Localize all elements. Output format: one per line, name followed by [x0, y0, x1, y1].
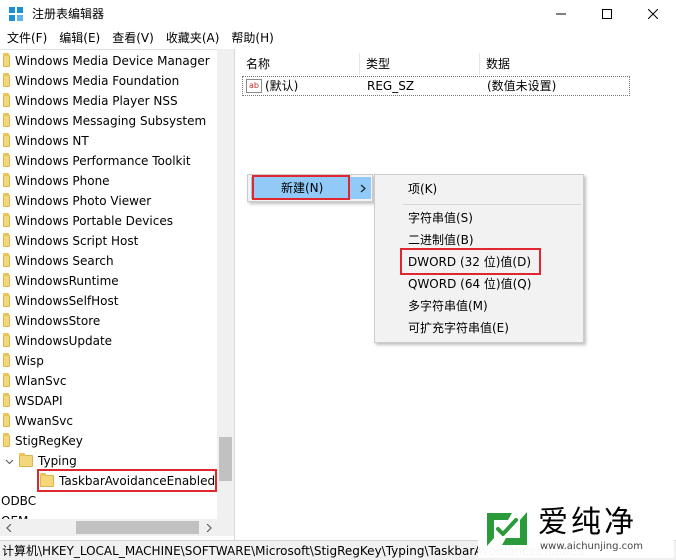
folder-icon: [3, 73, 10, 87]
minimize-icon: [556, 13, 566, 15]
menu-item-multi-string-value[interactable]: 多字符串值(M): [408, 295, 488, 317]
tree-item[interactable]: Windows Script Host: [3, 231, 138, 251]
tree-item[interactable]: WSDAPI: [3, 391, 63, 411]
tree-item[interactable]: Windows Portable Devices: [3, 211, 173, 231]
tree-item[interactable]: Windows Media Player NSS: [3, 91, 178, 111]
folder-icon: [3, 173, 10, 187]
value-name: (默认): [265, 79, 299, 93]
submenu-arrow-icon: [360, 184, 366, 193]
tree-item[interactable]: StigRegKey: [3, 431, 83, 451]
maximize-button[interactable]: [584, 0, 630, 28]
folder-icon: [3, 253, 10, 267]
tree-item[interactable]: Windows Performance Toolkit: [3, 151, 191, 171]
tree-item[interactable]: Windows Photo Viewer: [3, 191, 151, 211]
folder-icon: [3, 373, 10, 387]
folder-icon: [3, 233, 10, 247]
menu-item-string-value[interactable]: 字符串值(S): [408, 207, 473, 229]
tree-item[interactable]: Windows Search: [3, 251, 114, 271]
tree-item-typing[interactable]: Typing: [3, 451, 77, 471]
menu-separator: [403, 204, 581, 205]
close-button[interactable]: [630, 0, 676, 28]
registry-editor-icon: [9, 7, 23, 21]
folder-icon: [3, 313, 10, 327]
scroll-left-arrow-icon[interactable]: [0, 519, 17, 536]
menu-bar: 文件(F) 编辑(E) 查看(V) 收藏夹(A) 帮助(H): [0, 28, 676, 48]
registry-tree[interactable]: Windows Media Device Manager Windows Med…: [0, 49, 233, 540]
folder-icon: [3, 53, 10, 67]
value-data: (数值未设置): [487, 79, 557, 93]
tree-item[interactable]: ODBC: [1, 491, 36, 511]
tree-item[interactable]: Windows Media Device Manager: [3, 51, 210, 71]
folder-icon: [3, 153, 10, 167]
menu-favorites[interactable]: 收藏夹(A): [161, 28, 225, 48]
folder-icon: [3, 133, 10, 147]
folder-icon: [3, 413, 10, 427]
watermark-url: www.aichunjing.com: [540, 541, 643, 552]
table-row[interactable]: ab (默认) REG_SZ (数值未设置): [242, 76, 630, 96]
column-header-type[interactable]: 类型: [360, 53, 480, 75]
tree-item[interactable]: WindowsUpdate: [3, 331, 112, 351]
folder-icon: [3, 113, 10, 127]
pane-splitter[interactable]: [234, 49, 239, 540]
folder-icon: [3, 273, 10, 287]
tree-item[interactable]: WlanSvc: [3, 371, 66, 391]
tree-item[interactable]: Wisp: [3, 351, 44, 371]
watermark-brand: 爱纯净: [538, 505, 637, 540]
annotation-highlight-box: [400, 248, 541, 275]
title-bar: 注册表编辑器: [0, 0, 676, 28]
menu-edit[interactable]: 编辑(E): [54, 28, 105, 48]
menu-view[interactable]: 查看(V): [107, 28, 159, 48]
tree-item[interactable]: Windows Media Foundation: [3, 71, 179, 91]
brand-logo-icon: [487, 512, 527, 546]
watermark: 爱纯净 www.aichunjing.com: [478, 502, 674, 558]
tree-item[interactable]: WindowsStore: [3, 311, 100, 331]
folder-icon: [3, 393, 10, 407]
close-icon: [648, 9, 658, 19]
column-header-name[interactable]: 名称: [240, 53, 360, 75]
tree-item[interactable]: Windows Messaging Subsystem: [3, 111, 206, 131]
minimize-button[interactable]: [538, 0, 584, 28]
folder-icon: [3, 193, 10, 207]
folder-icon: [3, 353, 10, 367]
folder-open-icon: [19, 453, 33, 467]
folder-icon: [3, 213, 10, 227]
annotation-highlight-box: [37, 469, 217, 492]
menu-file[interactable]: 文件(F): [2, 28, 52, 48]
menu-help[interactable]: 帮助(H): [226, 28, 278, 48]
menu-item-expandable-string-value[interactable]: 可扩充字符串值(E): [408, 317, 509, 339]
tree-item[interactable]: Windows Phone: [3, 171, 110, 191]
window-title: 注册表编辑器: [32, 7, 105, 21]
folder-icon: [3, 293, 10, 307]
maximize-icon: [602, 9, 612, 19]
annotation-highlight-box: [252, 175, 350, 200]
folder-icon: [3, 433, 10, 447]
chevron-down-icon[interactable]: [3, 455, 15, 467]
menu-item-key[interactable]: 项(K): [408, 178, 437, 200]
tree-item[interactable]: WindowsSelfHost: [3, 291, 118, 311]
tree-item[interactable]: WwanSvc: [3, 411, 73, 431]
folder-icon: [3, 333, 10, 347]
tree-vertical-scroll-thumb[interactable]: [219, 437, 232, 481]
value-type: REG_SZ: [367, 79, 415, 93]
scrollbar-corner: [217, 519, 234, 536]
tree-item[interactable]: Windows NT: [3, 131, 89, 151]
string-value-icon: ab: [246, 79, 262, 93]
folder-icon: [3, 93, 10, 107]
tree-horizontal-scroll-thumb[interactable]: [76, 521, 199, 534]
menu-item-qword-value[interactable]: QWORD (64 位)值(Q): [408, 273, 531, 295]
column-header-data[interactable]: 数据: [480, 53, 630, 75]
tree-item[interactable]: WindowsRuntime: [3, 271, 119, 291]
scroll-right-arrow-icon[interactable]: [200, 519, 217, 536]
